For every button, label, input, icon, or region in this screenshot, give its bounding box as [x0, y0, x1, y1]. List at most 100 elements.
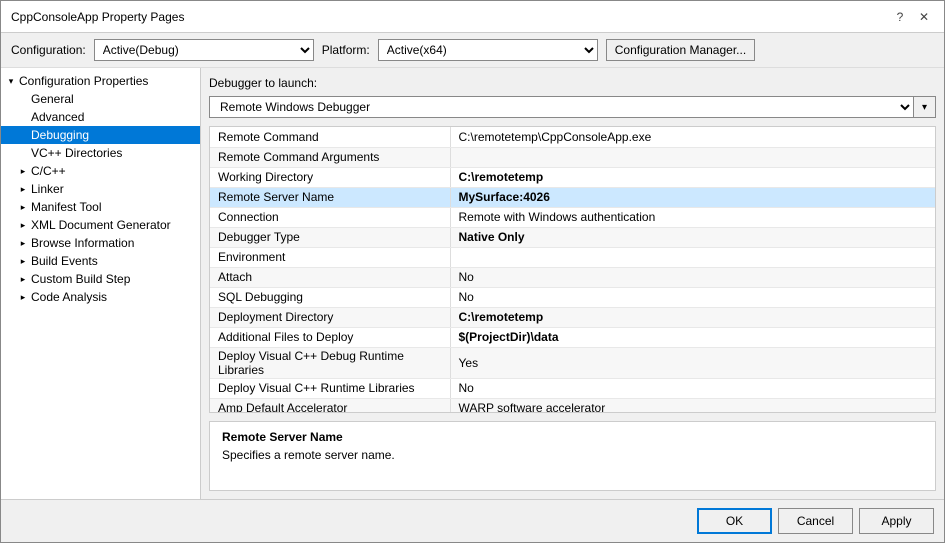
- prop-key: Deployment Directory: [210, 307, 450, 327]
- tree-item-cpp[interactable]: ▸C/C++: [1, 162, 200, 180]
- table-row[interactable]: ConnectionRemote with Windows authentica…: [210, 207, 935, 227]
- tree-item-label-general: General: [31, 92, 74, 106]
- expand-icon-general: [17, 93, 29, 105]
- prop-key: Deploy Visual C++ Debug Runtime Librarie…: [210, 347, 450, 378]
- tree-item-linker[interactable]: ▸Linker: [1, 180, 200, 198]
- tree-item-label-code-analysis: Code Analysis: [31, 290, 107, 304]
- table-row[interactable]: Environment: [210, 247, 935, 267]
- help-button[interactable]: ?: [890, 7, 910, 27]
- expand-icon-config-props: ▾: [5, 75, 17, 87]
- prop-value: No: [450, 378, 935, 398]
- table-row[interactable]: Deploy Visual C++ Runtime LibrariesNo: [210, 378, 935, 398]
- expand-icon-xml-doc: ▸: [17, 219, 29, 231]
- close-button[interactable]: ✕: [914, 7, 934, 27]
- prop-value: MySurface:4026: [450, 187, 935, 207]
- prop-value: WARP software accelerator: [450, 398, 935, 413]
- prop-value: C:\remotetemp\CppConsoleApp.exe: [450, 127, 935, 147]
- tree-item-config-props[interactable]: ▾Configuration Properties: [1, 72, 200, 90]
- prop-key: Amp Default Accelerator: [210, 398, 450, 413]
- tree-item-label-browse-info: Browse Information: [31, 236, 134, 250]
- table-row[interactable]: SQL DebuggingNo: [210, 287, 935, 307]
- expand-icon-build-events: ▸: [17, 255, 29, 267]
- main-content: ▾Configuration Properties General Advanced…: [1, 68, 944, 499]
- info-desc: Specifies a remote server name.: [222, 448, 923, 462]
- button-row: OK Cancel Apply: [1, 499, 944, 542]
- tree-item-manifest[interactable]: ▸Manifest Tool: [1, 198, 200, 216]
- tree-item-label-build-events: Build Events: [31, 254, 98, 268]
- table-row[interactable]: Remote Server NameMySurface:4026: [210, 187, 935, 207]
- tree-item-general[interactable]: General: [1, 90, 200, 108]
- prop-value: Native Only: [450, 227, 935, 247]
- configuration-select[interactable]: Active(Debug): [94, 39, 314, 61]
- tree-item-advanced[interactable]: Advanced: [1, 108, 200, 126]
- ok-button[interactable]: OK: [697, 508, 772, 534]
- property-pages-dialog: CppConsoleApp Property Pages ? ✕ Configu…: [0, 0, 945, 543]
- expand-icon-code-analysis: ▸: [17, 291, 29, 303]
- tree-item-label-cpp: C/C++: [31, 164, 66, 178]
- table-row[interactable]: Debugger TypeNative Only: [210, 227, 935, 247]
- info-title: Remote Server Name: [222, 430, 923, 444]
- debugger-select-row: Remote Windows Debugger ▾: [209, 96, 936, 118]
- prop-key: Deploy Visual C++ Runtime Libraries: [210, 378, 450, 398]
- title-bar: CppConsoleApp Property Pages ? ✕: [1, 1, 944, 33]
- prop-key: Environment: [210, 247, 450, 267]
- prop-value: No: [450, 287, 935, 307]
- prop-value: Yes: [450, 347, 935, 378]
- cancel-button[interactable]: Cancel: [778, 508, 853, 534]
- prop-key: Remote Server Name: [210, 187, 450, 207]
- prop-value: [450, 247, 935, 267]
- table-row[interactable]: Additional Files to Deploy$(ProjectDir)\…: [210, 327, 935, 347]
- config-manager-button[interactable]: Configuration Manager...: [606, 39, 755, 61]
- expand-icon-browse-info: ▸: [17, 237, 29, 249]
- title-bar-controls: ? ✕: [890, 7, 934, 27]
- apply-button[interactable]: Apply: [859, 508, 934, 534]
- props-table: Remote CommandC:\remotetemp\CppConsoleAp…: [209, 126, 936, 413]
- expand-icon-custom-build: ▸: [17, 273, 29, 285]
- prop-key: Debugger Type: [210, 227, 450, 247]
- debugger-launch-row: Debugger to launch:: [209, 76, 936, 90]
- table-row[interactable]: Amp Default AcceleratorWARP software acc…: [210, 398, 935, 413]
- expand-icon-cpp: ▸: [17, 165, 29, 177]
- platform-select[interactable]: Active(x64): [378, 39, 598, 61]
- tree-item-code-analysis[interactable]: ▸Code Analysis: [1, 288, 200, 306]
- tree-item-label-xml-doc: XML Document Generator: [31, 218, 171, 232]
- tree-item-label-linker: Linker: [31, 182, 64, 196]
- debugger-drop-arrow[interactable]: ▾: [914, 96, 936, 118]
- info-panel: Remote Server Name Specifies a remote se…: [209, 421, 936, 491]
- table-row[interactable]: Remote CommandC:\remotetemp\CppConsoleAp…: [210, 127, 935, 147]
- expand-icon-vc-dirs: [17, 147, 29, 159]
- tree-item-debugging[interactable]: Debugging: [1, 126, 200, 144]
- prop-value: C:\remotetemp: [450, 307, 935, 327]
- tree-item-browse-info[interactable]: ▸Browse Information: [1, 234, 200, 252]
- tree-item-xml-doc[interactable]: ▸XML Document Generator: [1, 216, 200, 234]
- prop-value: Remote with Windows authentication: [450, 207, 935, 227]
- prop-key: Working Directory: [210, 167, 450, 187]
- debugger-select[interactable]: Remote Windows Debugger: [209, 96, 914, 118]
- platform-label: Platform:: [322, 43, 370, 57]
- prop-key: Connection: [210, 207, 450, 227]
- tree-item-label-custom-build: Custom Build Step: [31, 272, 130, 286]
- table-row[interactable]: AttachNo: [210, 267, 935, 287]
- prop-key: Remote Command Arguments: [210, 147, 450, 167]
- tree-item-custom-build[interactable]: ▸Custom Build Step: [1, 270, 200, 288]
- tree-item-label-advanced: Advanced: [31, 110, 84, 124]
- table-row[interactable]: Deployment DirectoryC:\remotetemp: [210, 307, 935, 327]
- table-row[interactable]: Working DirectoryC:\remotetemp: [210, 167, 935, 187]
- tree-item-vc-dirs[interactable]: VC++ Directories: [1, 144, 200, 162]
- tree-item-label-vc-dirs: VC++ Directories: [31, 146, 122, 160]
- prop-value: $(ProjectDir)\data: [450, 327, 935, 347]
- config-row: Configuration: Active(Debug) Platform: A…: [1, 33, 944, 68]
- prop-value: [450, 147, 935, 167]
- config-label: Configuration:: [11, 43, 86, 57]
- expand-icon-linker: ▸: [17, 183, 29, 195]
- table-row[interactable]: Remote Command Arguments: [210, 147, 935, 167]
- prop-key: Additional Files to Deploy: [210, 327, 450, 347]
- tree-item-build-events[interactable]: ▸Build Events: [1, 252, 200, 270]
- debugger-launch-label: Debugger to launch:: [209, 76, 317, 90]
- right-panel: Debugger to launch: Remote Windows Debug…: [201, 68, 944, 499]
- table-row[interactable]: Deploy Visual C++ Debug Runtime Librarie…: [210, 347, 935, 378]
- prop-key: Remote Command: [210, 127, 450, 147]
- prop-key: SQL Debugging: [210, 287, 450, 307]
- expand-icon-advanced: [17, 111, 29, 123]
- prop-value: No: [450, 267, 935, 287]
